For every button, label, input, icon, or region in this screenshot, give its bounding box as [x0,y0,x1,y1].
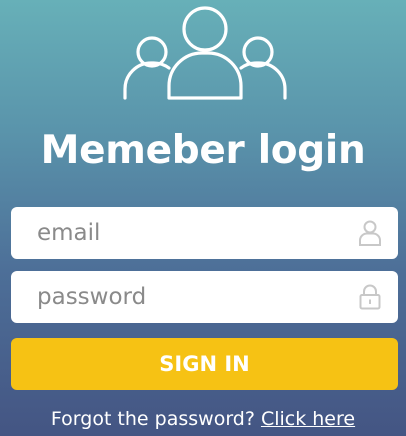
forgot-password-link[interactable]: Click here [261,408,355,430]
password-input[interactable] [37,271,347,323]
email-input[interactable] [37,207,347,259]
page-title: Memeber login [40,128,366,173]
user-icon [359,220,381,246]
password-field[interactable] [11,271,398,323]
lock-icon [359,284,381,310]
sign-in-button[interactable]: SIGN IN [11,338,398,390]
email-field[interactable] [11,207,398,259]
users-group-icon [123,6,287,100]
login-screen: Memeber login SIGN IN Forgot the passwor… [0,0,406,436]
forgot-password-text: Forgot the password? [50,408,255,430]
forgot-password-row: Forgot the password? Click here [0,407,406,431]
